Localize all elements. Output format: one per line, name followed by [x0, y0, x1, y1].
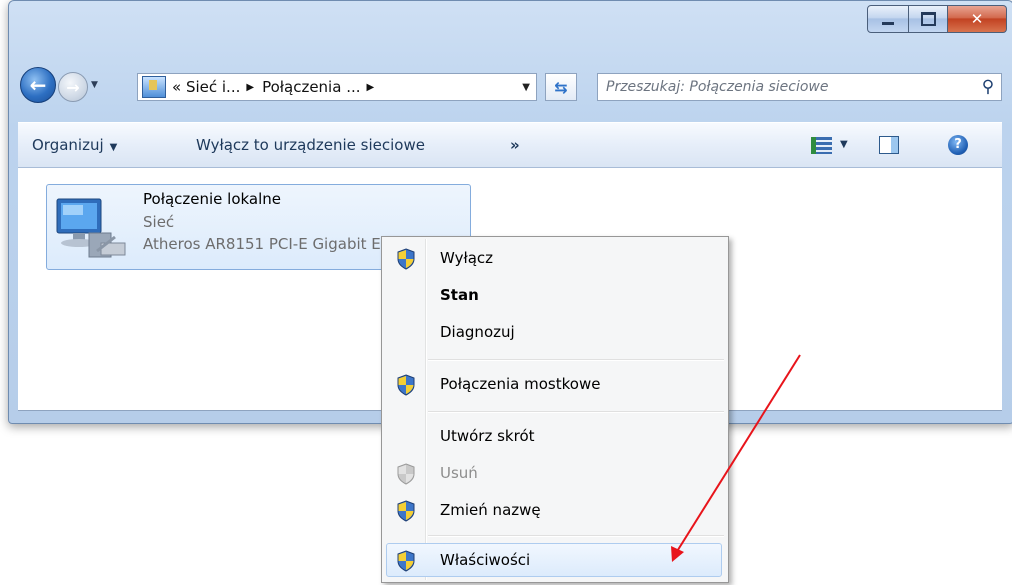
menu-item-label: Usuń [440, 464, 478, 482]
refresh-icon: ⇆ [554, 77, 568, 97]
context-menu: Wyłącz Stan Diagnozuj Połączenia mostkow… [381, 236, 729, 583]
address-dropdown-icon[interactable]: ▼ [522, 82, 530, 93]
close-button[interactable]: ✕ [948, 5, 1007, 33]
breadcrumb-arrow-icon[interactable]: ▶ [246, 82, 254, 93]
menu-item-properties[interactable]: Właściwości [384, 542, 726, 578]
search-input[interactable] [598, 75, 975, 99]
address-bar[interactable]: « Sieć i... ▶ Połączenia ... ▶ ▼ [137, 73, 537, 101]
change-view-icon[interactable] [811, 137, 832, 154]
menu-item-label: Stan [440, 286, 479, 304]
menu-item-diagnose[interactable]: Diagnozuj [384, 314, 726, 350]
organize-label: Organizuj [32, 136, 104, 154]
refresh-button[interactable]: ⇆ [545, 73, 577, 101]
shield-icon [397, 248, 415, 270]
shield-icon [397, 374, 415, 396]
connection-network: Sieć [143, 213, 175, 231]
maximize-icon [920, 12, 936, 26]
network-folder-icon [142, 76, 166, 98]
network-adapter-icon [56, 198, 126, 258]
menu-item-label: Zmień nazwę [440, 501, 541, 519]
more-commands-button[interactable]: » [510, 136, 520, 154]
menu-item-bridge-connections[interactable]: Połączenia mostkowe [384, 366, 726, 402]
menu-item-highlight [386, 543, 722, 577]
search-box[interactable]: ⚲ [597, 73, 1002, 101]
shield-icon [397, 463, 415, 485]
preview-pane-icon[interactable] [879, 136, 899, 154]
menu-item-label: Połączenia mostkowe [440, 375, 601, 393]
recent-pages-dropdown[interactable]: ▼ [91, 80, 98, 90]
menu-item-label: Wyłącz [440, 249, 494, 267]
back-button[interactable]: ← [20, 67, 56, 103]
menu-item-label: Utwórz skrót [440, 427, 535, 445]
disable-device-button[interactable]: Wyłącz to urządzenie sieciowe [196, 136, 425, 154]
forward-arrow-icon: → [66, 77, 80, 97]
menu-separator [428, 535, 724, 537]
connection-name: Połączenie lokalne [143, 190, 282, 208]
view-options-dropdown-icon[interactable]: ▼ [840, 139, 848, 150]
search-icon[interactable]: ⚲ [975, 77, 1001, 97]
close-icon: ✕ [970, 10, 984, 28]
menu-item-delete[interactable]: Usuń [384, 455, 726, 491]
command-bar: Organizuj ▼ Wyłącz to urządzenie sieciowe… [18, 122, 1002, 168]
minimize-button[interactable] [867, 5, 909, 33]
breadcrumb-arrow-icon[interactable]: ▶ [367, 82, 375, 93]
menu-item-label: Diagnozuj [440, 323, 515, 341]
breadcrumb-connections[interactable]: Połączenia ... [262, 78, 360, 96]
menu-item-create-shortcut[interactable]: Utwórz skrót [384, 418, 726, 454]
forward-button[interactable]: → [58, 72, 88, 102]
chevron-down-icon: ▼ [109, 142, 118, 153]
maximize-button[interactable] [909, 5, 948, 33]
menu-separator [428, 359, 724, 361]
minimize-icon [882, 21, 894, 25]
breadcrumb-network-center[interactable]: « Sieć i... [172, 78, 240, 96]
caption-buttons: ✕ [867, 5, 1007, 33]
menu-separator [428, 411, 724, 413]
menu-item-label: Właściwości [440, 551, 531, 569]
help-icon[interactable]: ? [948, 135, 968, 155]
shield-icon [397, 500, 415, 522]
menu-item-disable[interactable]: Wyłącz [384, 240, 726, 276]
back-arrow-icon: ← [29, 73, 47, 97]
menu-item-rename[interactable]: Zmień nazwę [384, 492, 726, 528]
menu-item-status[interactable]: Stan [384, 277, 726, 313]
shield-icon [397, 550, 415, 572]
organize-menu-button[interactable]: Organizuj ▼ [32, 136, 117, 154]
